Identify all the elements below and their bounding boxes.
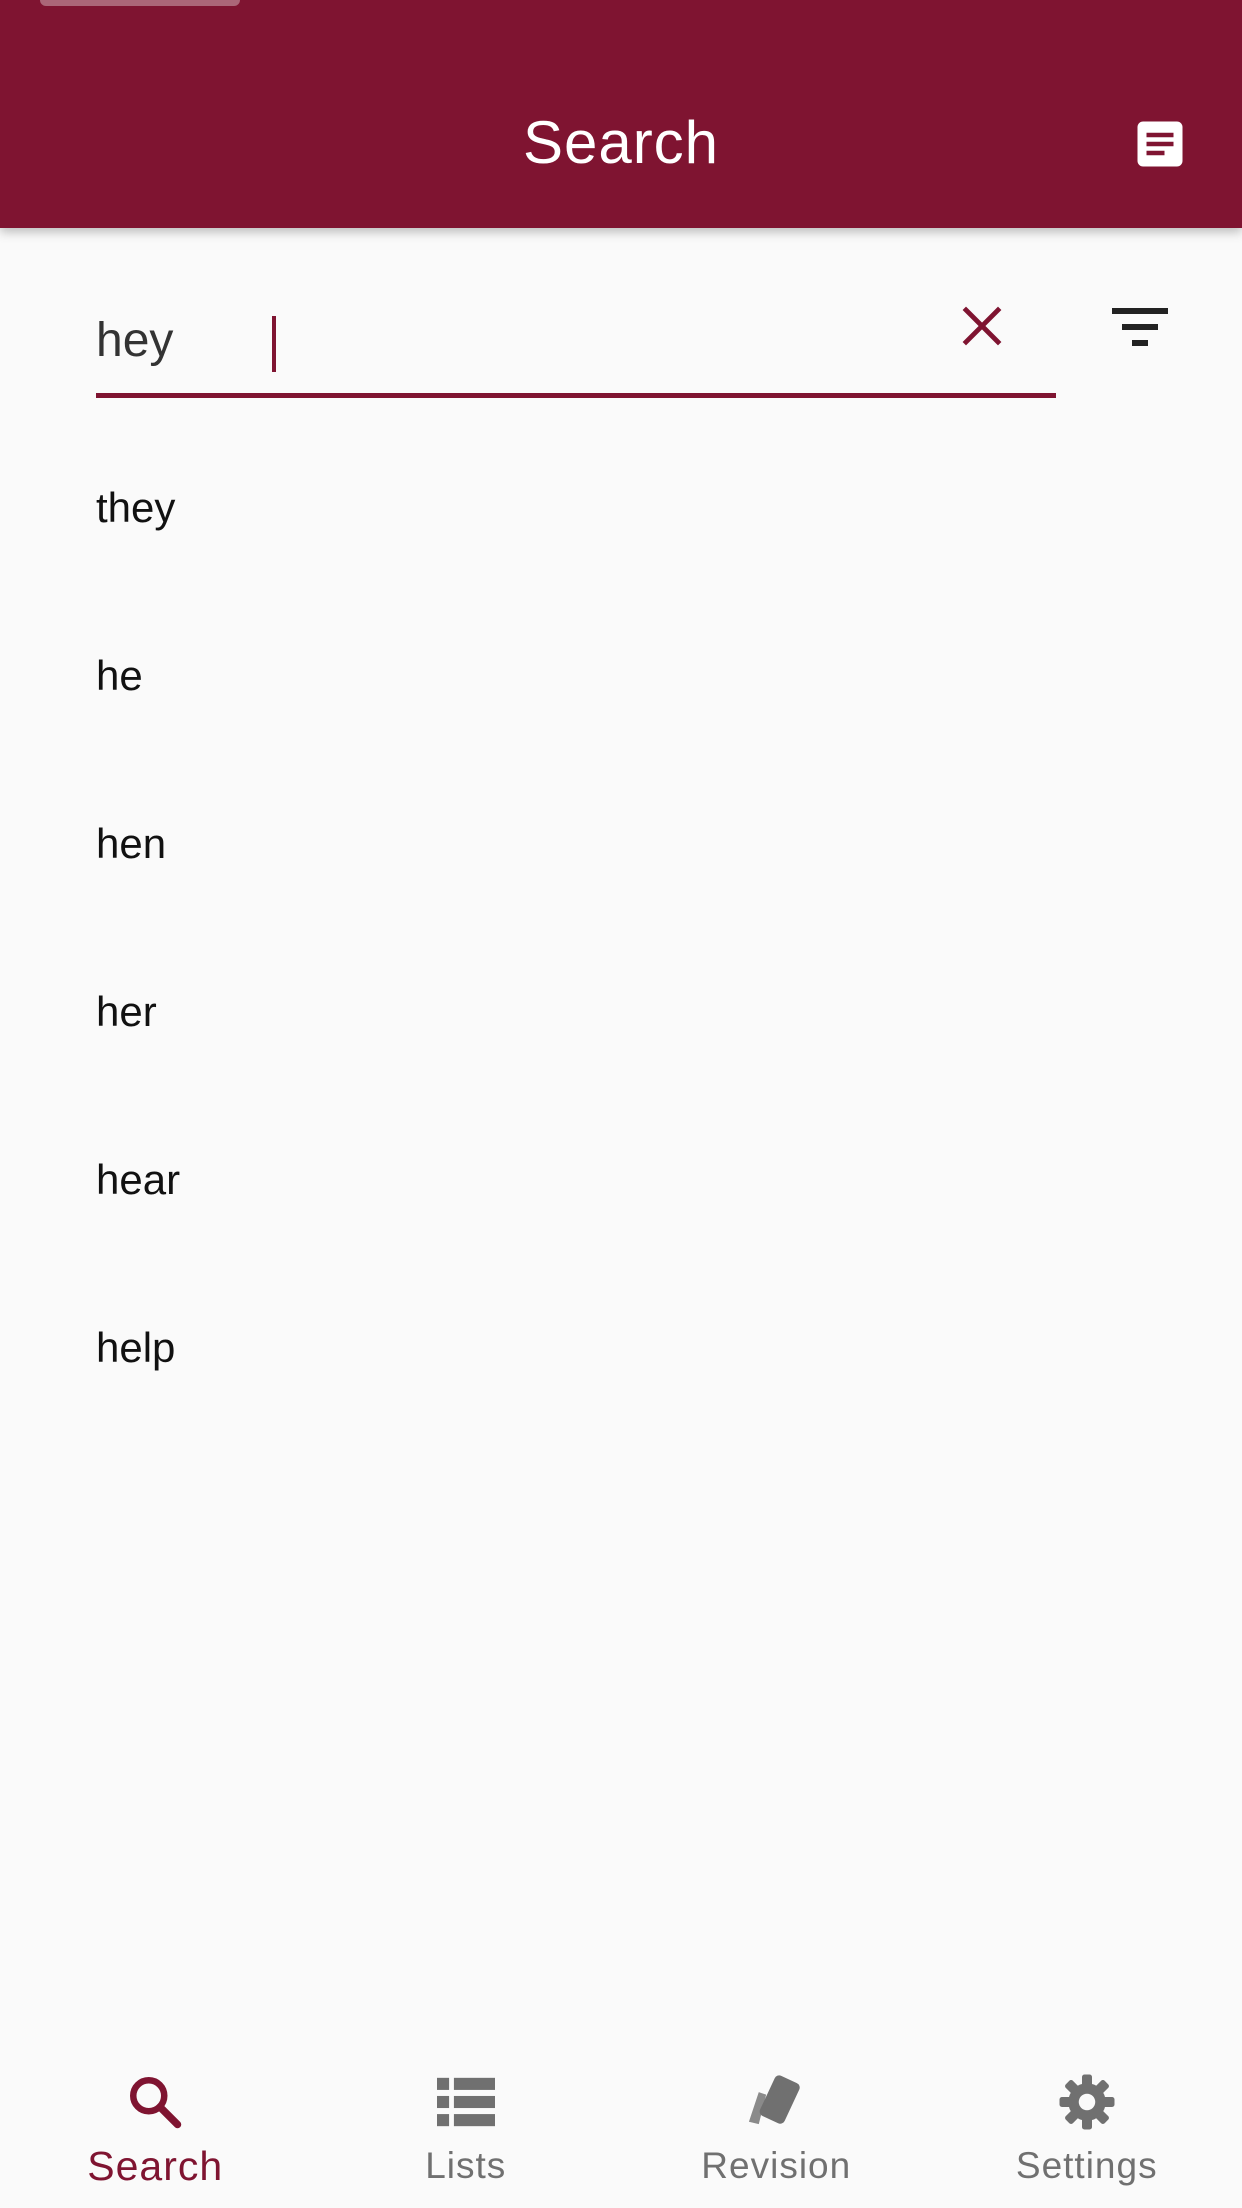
list-icon <box>434 2070 498 2134</box>
nav-item-settings[interactable]: Settings <box>932 2034 1242 2208</box>
search-field[interactable] <box>96 274 1056 398</box>
nav-label-revision: Revision <box>701 2145 852 2186</box>
list-item[interactable]: hen <box>0 760 1242 928</box>
gear-icon <box>1055 2070 1119 2134</box>
list-item[interactable]: they <box>0 424 1242 592</box>
nav-item-search[interactable]: Search <box>0 2034 311 2208</box>
cards-icon <box>744 2070 808 2134</box>
app-bar: Search <box>0 0 1242 228</box>
list-item[interactable]: hear <box>0 1096 1242 1264</box>
status-bar-fragment <box>40 0 240 6</box>
notes-button[interactable] <box>1120 108 1200 180</box>
list-item[interactable]: her <box>0 928 1242 1096</box>
nav-label-search: Search <box>87 2143 224 2189</box>
text-caret <box>272 316 276 372</box>
page-title: Search <box>522 109 720 176</box>
filter-button[interactable] <box>1094 280 1186 372</box>
nav-item-lists[interactable]: Lists <box>311 2034 622 2208</box>
search-icon <box>123 2070 187 2134</box>
nav-item-revision[interactable]: Revision <box>621 2034 932 2208</box>
list-item[interactable]: he <box>0 592 1242 760</box>
screen: Search they he hen <box>0 0 1242 2208</box>
notes-icon <box>1137 121 1183 167</box>
list-item[interactable]: help <box>0 1264 1242 1432</box>
clear-search-button[interactable] <box>936 280 1028 372</box>
filter-icon <box>1112 308 1168 346</box>
search-row <box>0 228 1242 428</box>
bottom-navigation: Search Lists Revision Settings <box>0 2034 1242 2208</box>
nav-label-lists: Lists <box>425 2145 507 2186</box>
nav-label-settings: Settings <box>1015 2145 1158 2186</box>
search-input[interactable] <box>96 306 896 376</box>
results-list: they he hen her hear help <box>0 424 1242 1432</box>
close-icon <box>962 306 1002 346</box>
